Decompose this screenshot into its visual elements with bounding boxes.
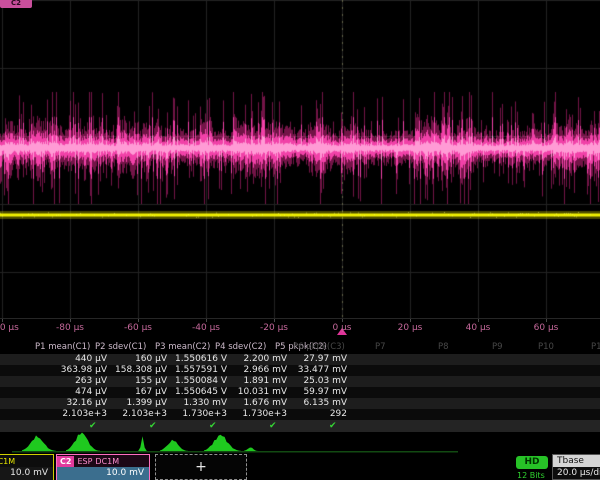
axis-tickmark — [478, 319, 479, 322]
histicon — [136, 436, 149, 451]
channel-c1-descriptor[interactable]: C1 DC1M 10.0 mV — [0, 454, 54, 480]
measurement-value: 59.97 mV — [287, 387, 347, 398]
axis-tickmark — [342, 319, 343, 322]
hd-mode-button[interactable]: HD — [516, 456, 548, 469]
measurement-value: 160 µV — [107, 354, 167, 365]
axis-tick-label: 20 µs — [398, 323, 423, 333]
measurement-row: 363.98 µV158.308 µV1.557591 V2.966 mV33.… — [0, 365, 600, 376]
timebase-title: Tbase — [553, 455, 600, 467]
axis-tick-label: -20 µs — [260, 323, 288, 333]
measurement-row: 440 µV160 µV1.550616 V2.200 mV27.97 mV — [0, 354, 600, 365]
measurement-value: 2.966 mV — [227, 365, 287, 376]
axis-tickmark — [70, 319, 71, 322]
measurement-value: 167 µV — [107, 387, 167, 398]
measurement-value: 1.550645 V — [167, 387, 227, 398]
axis-tickmark — [274, 319, 275, 322]
param-header-4[interactable]: P4 sdev(C2) — [215, 341, 266, 354]
param-header-1[interactable]: P1 mean(C1) — [35, 341, 90, 354]
histicon — [66, 433, 100, 452]
measurement-value: 2.103e+3 — [107, 409, 167, 420]
measurement-row: 474 µV167 µV1.550645 V10.031 mV59.97 mV — [0, 387, 600, 398]
param-header-unused[interactable]: P8 — [438, 341, 449, 354]
measurement-value: 1.557591 V — [167, 365, 227, 376]
measurement-value: 25.03 mV — [287, 376, 347, 387]
axis-tickmark — [206, 319, 207, 322]
measurement-value: 27.97 mV — [287, 354, 347, 365]
measurement-value: 2.103e+3 — [47, 409, 107, 420]
measurement-value: 1.676 mV — [227, 398, 287, 409]
oscilloscope-screen: C2 -100 µs -80 µs -60 µs -40 µs -20 µs 0 µs 20… — [0, 0, 600, 480]
param-header-3[interactable]: P3 mean(C2) — [155, 341, 210, 354]
measurement-table: P1 mean(C1) P2 sdev(C1) P3 mean(C2) P4 sdev… — [0, 341, 600, 432]
time-axis: -100 µs -80 µs -60 µs -40 µs -20 µs 0 µs 20 µs… — [0, 318, 600, 337]
axis-tick-label: 60 µs — [534, 323, 559, 333]
hd-bits-label: 12 Bits — [517, 471, 545, 480]
measurement-value: 155 µV — [107, 376, 167, 387]
plus-icon: + — [195, 459, 207, 475]
timebase-scale-value: 20.0 µs/div — [553, 467, 600, 480]
measurement-value: 10.031 mV — [227, 387, 287, 398]
param-header-unused[interactable]: P7 — [375, 341, 386, 354]
axis-tickmark — [410, 319, 411, 322]
axis-tickmark — [546, 319, 547, 322]
param-header-2[interactable]: P2 sdev(C1) — [95, 341, 146, 354]
axis-tick-label: -40 µs — [192, 323, 220, 333]
measurement-value: 292 — [287, 409, 347, 420]
timebase-descriptor[interactable]: Tbase 20.0 µs/div — [552, 454, 600, 480]
measurement-value: 263 µV — [47, 376, 107, 387]
measurement-row: 32.16 µV1.399 µV1.330 mV1.676 mV6.135 mV — [0, 398, 600, 409]
measurement-header-row: P1 mean(C1) P2 sdev(C1) P3 mean(C2) P4 sdev… — [0, 341, 600, 354]
c2-esp-tag: ESP — [77, 457, 92, 466]
measurement-value: 1.550616 V — [167, 354, 227, 365]
histicon — [160, 440, 188, 451]
measurement-value: 1.891 mV — [227, 376, 287, 387]
c2-badge: C2 — [57, 456, 74, 467]
measurement-value: 363.98 µV — [47, 365, 107, 376]
measurement-value: 440 µV — [47, 354, 107, 365]
axis-tick-label: -100 µs — [0, 323, 19, 333]
measurement-value: 1.399 µV — [107, 398, 167, 409]
param-header-unused[interactable]: P6 pkpk(C3) — [293, 341, 345, 354]
c1-scale-value: 10.0 mV — [0, 467, 53, 480]
param-header-unused[interactable]: P9 — [492, 341, 503, 354]
c2-scale-value: 10.0 mV — [57, 467, 149, 480]
param-header-unused[interactable]: P10 — [538, 341, 554, 354]
measurement-row: 263 µV155 µV1.550084 V1.891 mV25.03 mV — [0, 376, 600, 387]
measurement-value: 1.550084 V — [167, 376, 227, 387]
param-header-unused[interactable]: P11 — [591, 341, 600, 354]
histicon — [244, 448, 258, 452]
axis-tickmark — [138, 319, 139, 322]
histicon-baseline — [12, 451, 458, 453]
measurement-value: 2.200 mV — [227, 354, 287, 365]
measurement-row: 2.103e+32.103e+31.730e+31.730e+3292 — [0, 409, 600, 420]
axis-tick-label: 40 µs — [466, 323, 491, 333]
trace-label-badge[interactable]: C2 — [0, 0, 32, 8]
c1-coupling-label: DC1M — [0, 457, 15, 466]
measurement-value: 474 µV — [47, 387, 107, 398]
histicon — [204, 435, 241, 451]
measurement-value: 1.730e+3 — [227, 409, 287, 420]
measurement-value-rows: 440 µV160 µV1.550616 V2.200 mV27.97 mV36… — [0, 354, 600, 420]
histicon — [22, 435, 56, 451]
waveform-grid — [0, 0, 600, 318]
c2-coupling-label: DC1M — [95, 457, 119, 466]
measurement-value: 158.308 µV — [107, 365, 167, 376]
axis-tickmark — [2, 319, 3, 322]
axis-tick-label: -60 µs — [124, 323, 152, 333]
axis-tick-label: 0 µs — [332, 323, 351, 333]
channel-c2-descriptor[interactable]: C2 ESP DC1M 10.0 mV — [56, 454, 150, 480]
axis-tick-label: -80 µs — [56, 323, 84, 333]
measurement-value: 33.477 mV — [287, 365, 347, 376]
measurement-value: 1.730e+3 — [167, 409, 227, 420]
add-trace-button[interactable]: + — [155, 454, 247, 480]
measurement-value: 32.16 µV — [47, 398, 107, 409]
measurement-value: 1.330 mV — [167, 398, 227, 409]
measurement-value: 6.135 mV — [287, 398, 347, 409]
histicon-strip — [0, 430, 600, 454]
